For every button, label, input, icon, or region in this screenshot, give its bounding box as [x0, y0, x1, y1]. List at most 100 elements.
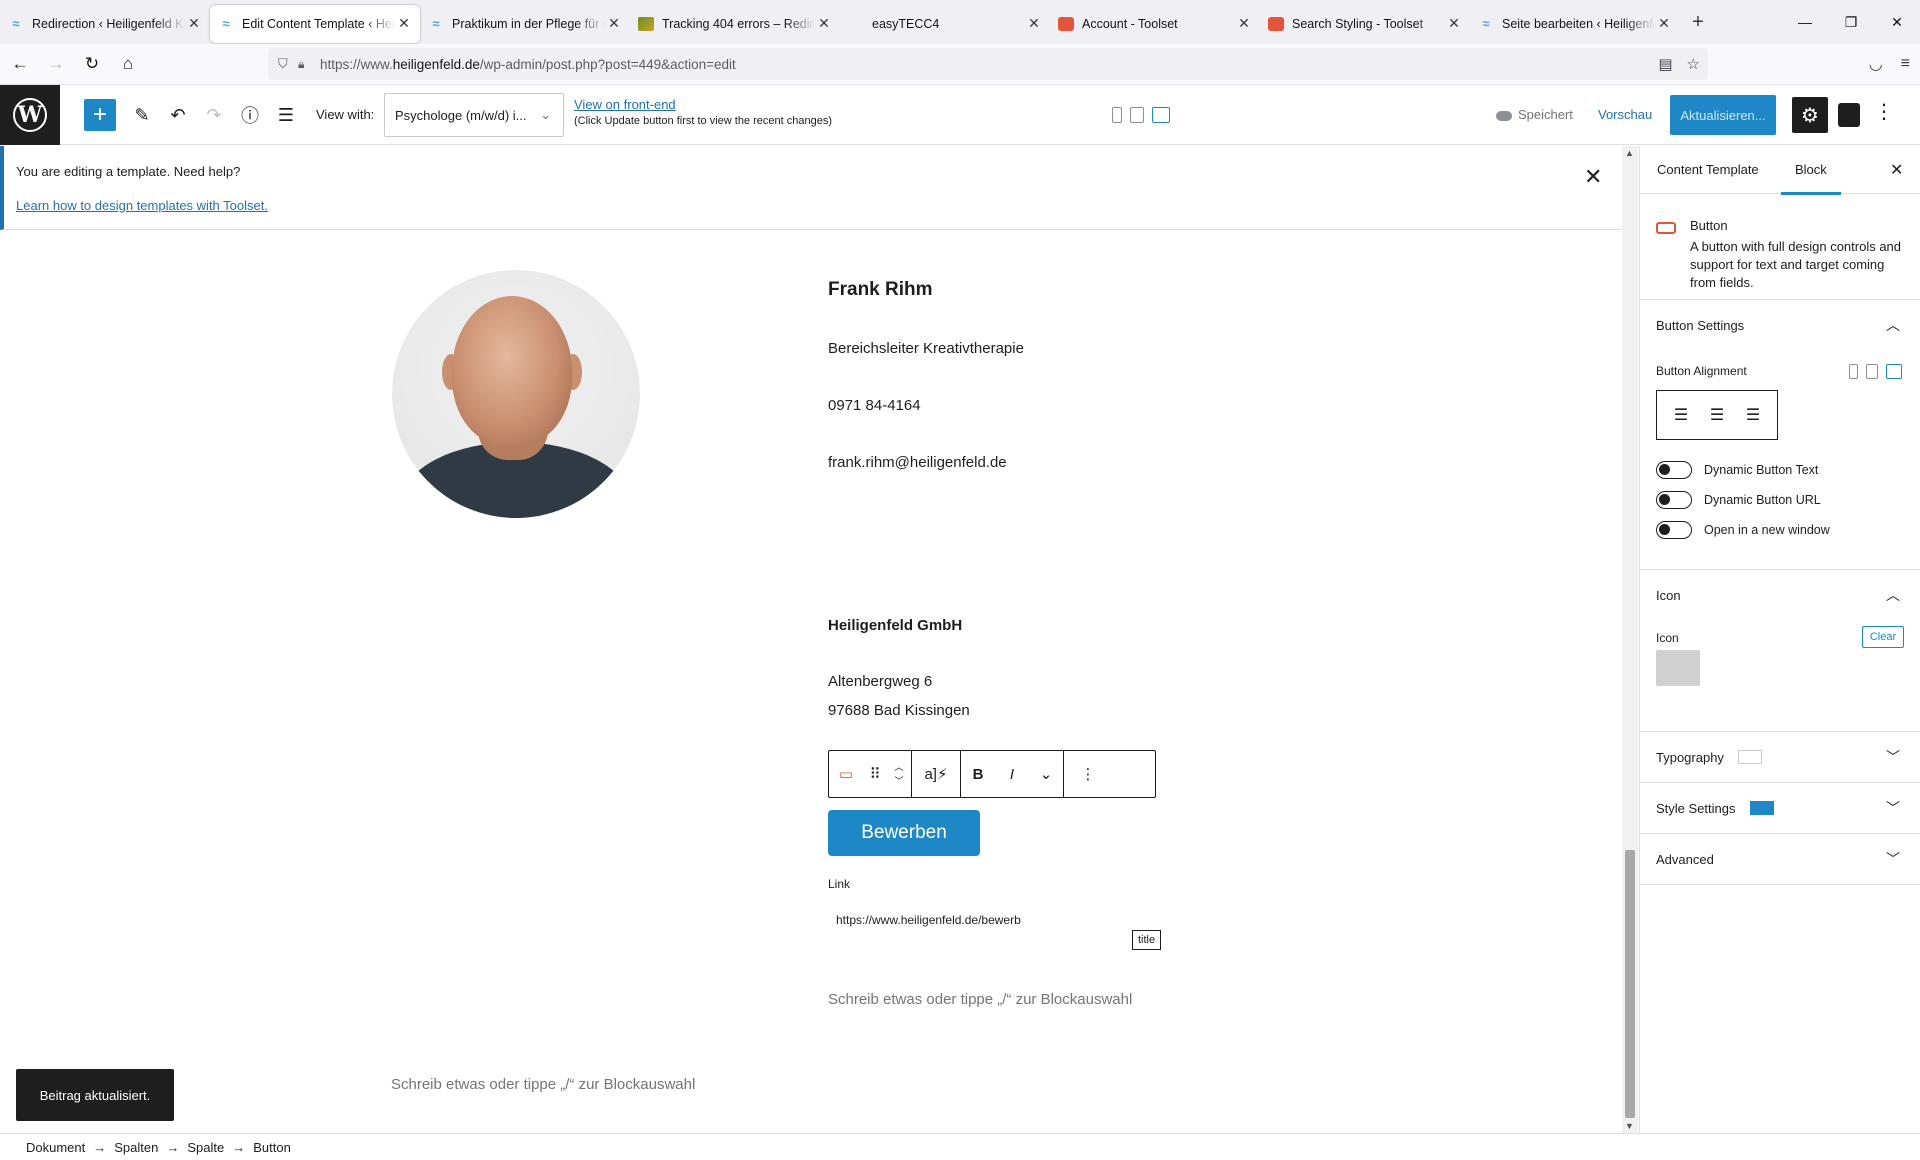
person-phone[interactable]: 0971 84-4164 [828, 397, 921, 414]
close-tab-icon[interactable]: ✕ [1236, 15, 1252, 32]
toggle-new-window[interactable]: Open in a new window [1656, 521, 1830, 539]
more-formatting-chevron-icon[interactable]: ⌄ [1029, 751, 1063, 797]
back-icon[interactable]: ← [4, 48, 36, 80]
new-tab-icon[interactable]: + [1680, 11, 1716, 34]
link-url-input[interactable]: https://www.heiligenfeld.de/bewerb [836, 913, 1041, 927]
toolset-icon[interactable] [1838, 103, 1860, 127]
forward-icon[interactable]: → [40, 48, 72, 80]
person-name[interactable]: Frank Rihm [828, 279, 933, 301]
close-tab-icon[interactable]: ✕ [1656, 15, 1672, 32]
move-up-down-icon[interactable]: ︿ ﹀ [887, 751, 911, 797]
info-icon[interactable]: ⓘ [234, 99, 266, 131]
tab-content-template[interactable]: Content Template [1657, 162, 1759, 177]
tablet-icon[interactable] [1866, 364, 1878, 379]
close-tab-icon[interactable]: ✕ [816, 15, 832, 32]
minimize-icon[interactable]: — [1782, 0, 1828, 44]
notice-help-link[interactable]: Learn how to design templates with Tools… [16, 198, 268, 213]
browser-tab[interactable]: ≈ Seite bearbeiten ‹ Heiligenfel ✕ [1470, 5, 1680, 43]
pencil-tools-icon[interactable]: ✎ [126, 99, 158, 131]
scrollbar-thumb[interactable] [1625, 850, 1635, 1118]
align-left-icon[interactable]: ☰ [1674, 405, 1688, 425]
close-tab-icon[interactable]: ✕ [186, 15, 202, 32]
restore-icon[interactable]: ❐ [1828, 0, 1874, 44]
browser-tab[interactable]: ≈ Redirection ‹ Heiligenfeld Klin ✕ [0, 5, 210, 43]
breadcrumb-item[interactable]: Spalte [187, 1140, 224, 1155]
view-front-end-link[interactable]: View on front-end [574, 97, 676, 112]
title-button[interactable]: title [1132, 930, 1162, 950]
italic-icon[interactable]: I [995, 751, 1029, 797]
pocket-icon[interactable]: ◡ [1869, 54, 1883, 74]
breadcrumb-item[interactable]: Button [253, 1140, 291, 1155]
close-tab-icon[interactable]: ✕ [606, 15, 622, 32]
scroll-down-icon[interactable]: ▼ [1625, 1121, 1634, 1131]
browser-tab[interactable]: Search Styling - Toolset ✕ [1260, 5, 1470, 43]
panel-header[interactable]: Advanced ﹀ [1640, 834, 1920, 884]
scroll-up-icon[interactable]: ▲ [1625, 148, 1634, 158]
desktop-icon[interactable] [1886, 364, 1902, 379]
close-tab-icon[interactable]: ✕ [1446, 15, 1462, 32]
panel-header[interactable]: Style Settings ﹀ [1640, 783, 1920, 833]
bookmark-star-icon[interactable]: ☆ [1687, 55, 1700, 73]
dynamic-text-icon[interactable]: a]⚡︎ [912, 751, 960, 797]
close-tab-icon[interactable]: ✕ [396, 15, 412, 32]
block-options-icon[interactable]: ⋮ [1064, 751, 1112, 797]
toggle-dynamic-text[interactable]: Dynamic Button Text [1656, 461, 1818, 479]
apply-button-block[interactable]: Bewerben [828, 810, 980, 856]
canvas-scrollbar[interactable]: ▲ ▼ [1622, 146, 1638, 1133]
address-city[interactable]: 97688 Bad Kissingen [828, 702, 970, 719]
reader-view-icon[interactable]: ▤ [1658, 55, 1672, 73]
close-notice-icon[interactable]: ✕ [1584, 164, 1602, 190]
browser-tab-active[interactable]: ≈ Edit Content Template ‹ Heilig ✕ [210, 4, 420, 43]
settings-gear-icon[interactable]: ⚙ [1792, 97, 1828, 133]
mobile-icon[interactable] [1112, 107, 1122, 123]
company-name[interactable]: Heiligenfeld GmbH [828, 617, 962, 634]
align-center-icon[interactable]: ☰ [1710, 405, 1724, 425]
reload-icon[interactable]: ↻ [76, 48, 108, 80]
paragraph-placeholder[interactable]: Schreib etwas oder tippe „/“ zur Blockau… [828, 991, 1132, 1008]
close-window-icon[interactable]: ✕ [1874, 0, 1920, 44]
redo-icon[interactable]: ↷ [198, 99, 230, 131]
icon-picker[interactable] [1656, 650, 1700, 686]
alignment-group: ☰ ☰ ☰ [1656, 390, 1778, 440]
browser-tab[interactable]: easyTECC4 ✕ [840, 5, 1050, 43]
chevron-down-icon: ﹀ [1886, 749, 1900, 765]
panel-header[interactable]: Button Settings ︿ [1640, 300, 1920, 350]
wordpress-logo-icon[interactable]: W [0, 85, 60, 145]
align-right-icon[interactable]: ☰ [1746, 405, 1760, 425]
address-street[interactable]: Altenbergweg 6 [828, 673, 932, 690]
profile-photo[interactable] [392, 270, 640, 518]
home-icon[interactable]: ⌂ [112, 48, 144, 80]
person-email[interactable]: frank.rihm@heiligenfeld.de [828, 454, 1007, 471]
panel-header[interactable]: Typography ﹀ [1640, 732, 1920, 782]
add-block-button[interactable]: + [84, 99, 116, 131]
drag-handle-icon[interactable]: ⠿ [863, 751, 887, 797]
bold-icon[interactable]: B [961, 751, 995, 797]
tab-block[interactable]: Block [1781, 162, 1841, 195]
preview-button[interactable]: Vorschau [1598, 107, 1652, 122]
list-view-icon[interactable]: ☰ [270, 99, 302, 131]
button-block-icon[interactable]: ▭ [829, 751, 863, 797]
toggle-dynamic-url[interactable]: Dynamic Button URL [1656, 491, 1821, 509]
window-controls: — ❐ ✕ [1782, 0, 1920, 44]
browser-tab[interactable]: Tracking 404 errors – Redirect ✕ [630, 5, 840, 43]
menu-icon[interactable]: ≡ [1901, 55, 1910, 73]
desktop-icon[interactable] [1152, 107, 1170, 123]
person-role[interactable]: Bereichsleiter Kreativtherapie [828, 340, 1024, 357]
more-options-icon[interactable]: ⋮ [1874, 99, 1894, 124]
tablet-icon[interactable] [1130, 107, 1144, 123]
update-button[interactable]: Aktualisieren... [1670, 95, 1776, 135]
breadcrumb-item[interactable]: Dokument [26, 1140, 85, 1155]
undo-icon[interactable]: ↶ [162, 99, 194, 131]
url-bar[interactable]: ⛉ 🔒︎ https://www.heiligenfeld.de/wp-admi… [268, 48, 1708, 80]
cloud-icon [1496, 110, 1512, 121]
browser-tab[interactable]: ≈ Praktikum in der Pflege für di ✕ [420, 5, 630, 43]
clear-icon-button[interactable]: Clear [1862, 626, 1904, 648]
breadcrumb-item[interactable]: Spalten [114, 1140, 158, 1155]
view-with-select[interactable]: Psychologe (m/w/d) i... ⌄ [384, 93, 564, 137]
mobile-icon[interactable] [1849, 364, 1858, 379]
browser-tab[interactable]: Account - Toolset ✕ [1050, 5, 1260, 43]
close-sidebar-icon[interactable]: ✕ [1890, 160, 1903, 180]
panel-header[interactable]: Icon ︿ [1640, 570, 1920, 620]
close-tab-icon[interactable]: ✕ [1026, 15, 1042, 32]
paragraph-placeholder-2[interactable]: Schreib etwas oder tippe „/“ zur Blockau… [391, 1076, 695, 1093]
